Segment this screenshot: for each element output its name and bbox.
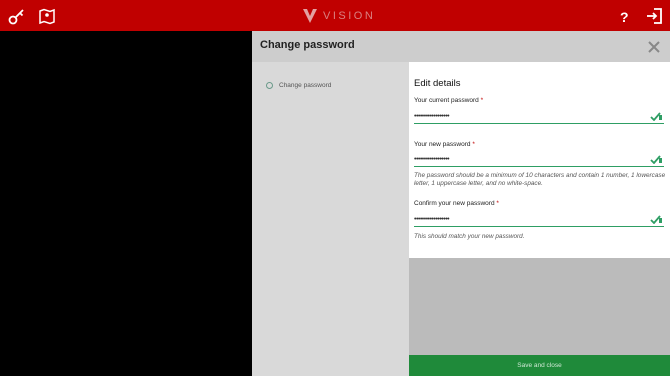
map-icon[interactable] bbox=[38, 7, 56, 25]
help-icon[interactable]: ? bbox=[615, 7, 633, 25]
sidebar-item-label: Change password bbox=[279, 82, 332, 89]
current-password-label: Your current password * bbox=[414, 97, 484, 104]
confirm-password-hint: This should match your new password. bbox=[414, 233, 525, 240]
brand-text: VISION bbox=[323, 10, 376, 22]
confirm-password-field[interactable]: •••••••••••••••••• bbox=[414, 215, 664, 227]
background-pane bbox=[0, 31, 252, 376]
top-bar: VISION ? bbox=[0, 0, 670, 31]
edit-details-card: Edit details Your current password * •••… bbox=[409, 62, 670, 258]
modal-sidebar: Change password bbox=[252, 62, 409, 376]
check-icon bbox=[650, 155, 662, 164]
save-and-close-button[interactable]: Save and close bbox=[409, 355, 670, 376]
close-icon[interactable] bbox=[648, 40, 660, 53]
current-password-value: •••••••••••••••••• bbox=[414, 113, 450, 120]
modal-header: Change password bbox=[252, 31, 670, 62]
confirm-password-label: Confirm your new password * bbox=[414, 200, 499, 207]
key-icon[interactable] bbox=[8, 7, 26, 25]
vision-logo-icon bbox=[303, 9, 317, 23]
current-password-field[interactable]: •••••••••••••••••• bbox=[414, 112, 664, 124]
new-password-field[interactable]: •••••••••••••••••• bbox=[414, 155, 664, 167]
svg-text:?: ? bbox=[620, 9, 629, 25]
save-and-close-label: Save and close bbox=[517, 362, 562, 369]
card-title: Edit details bbox=[414, 78, 461, 89]
confirm-password-value: •••••••••••••••••• bbox=[414, 216, 450, 223]
circle-icon bbox=[266, 82, 273, 89]
new-password-label: Your new password * bbox=[414, 141, 475, 148]
modal-title: Change password bbox=[260, 39, 355, 51]
sidebar-item-change-password[interactable]: Change password bbox=[266, 82, 331, 89]
check-icon bbox=[650, 112, 662, 121]
logout-icon[interactable] bbox=[645, 7, 663, 25]
check-icon bbox=[650, 215, 662, 224]
new-password-value: •••••••••••••••••• bbox=[414, 156, 450, 163]
brand-logo: VISION bbox=[303, 7, 375, 25]
new-password-hint: The password should be a minimum of 10 c… bbox=[414, 172, 666, 187]
